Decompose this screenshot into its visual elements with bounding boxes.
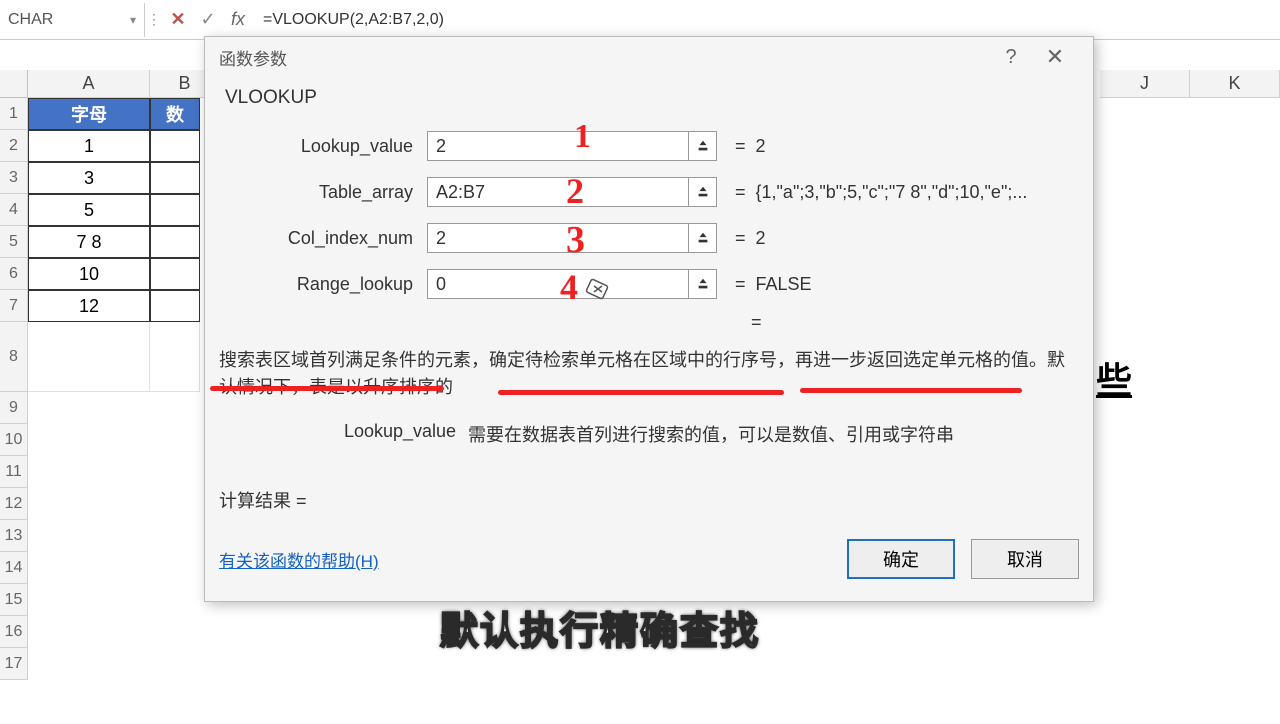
lookup-value-input[interactable]: 2 [427, 131, 689, 161]
param-help: Lookup_value 需要在数据表首列进行搜索的值，可以是数值、引用或字符串 [219, 421, 1079, 447]
cell[interactable] [150, 162, 200, 194]
cancel-button[interactable]: 取消 [971, 539, 1079, 579]
fx-icon[interactable]: fx [223, 3, 253, 37]
cell[interactable]: 12 [28, 290, 150, 322]
equals-label: = [717, 182, 756, 203]
dialog-titlebar[interactable]: 函数参数 ? ✕ [205, 37, 1093, 77]
row-header[interactable]: 14 [0, 552, 28, 584]
row-header[interactable]: 6 [0, 258, 28, 290]
function-help-link[interactable]: 有关该函数的帮助(H) [219, 547, 379, 572]
name-box[interactable]: CHAR ▾ [0, 3, 145, 37]
param-help-label: Lookup_value [344, 421, 456, 447]
header-cell[interactable]: 字母 [28, 98, 150, 130]
row-header[interactable]: 16 [0, 616, 28, 648]
close-icon[interactable]: ✕ [1031, 37, 1079, 77]
accept-formula-icon[interactable]: ✓ [193, 3, 223, 37]
row-header[interactable]: 1 [0, 98, 28, 130]
arg-row-range-lookup: Range_lookup 0 = FALSE [219, 261, 1079, 307]
function-arguments-dialog: 函数参数 ? ✕ VLOOKUP Lookup_value 2 = 2 Tabl… [204, 36, 1094, 602]
dialog-footer: 有关该函数的帮助(H) 确定 取消 [219, 533, 1079, 583]
cell[interactable] [150, 194, 200, 226]
arg-result: 2 [756, 136, 1079, 157]
row-header[interactable]: 3 [0, 162, 28, 194]
row-header[interactable]: 17 [0, 648, 28, 680]
separator-icon: ⋮ [145, 11, 163, 28]
col-index-input[interactable]: 2 [427, 223, 689, 253]
row-header[interactable]: 5 [0, 226, 28, 258]
arg-result: FALSE [756, 274, 1079, 295]
row-header[interactable]: 12 [0, 488, 28, 520]
arg-row-lookup-value: Lookup_value 2 = 2 [219, 123, 1079, 169]
chevron-down-icon[interactable]: ▾ [130, 13, 136, 27]
cell-grid: 字母 数 1 3 5 7 8 10 12 [28, 98, 200, 322]
arg-result: 2 [756, 228, 1079, 249]
name-box-value: CHAR [8, 11, 53, 29]
col-header[interactable]: J [1100, 70, 1190, 98]
header-cell[interactable]: 数 [150, 98, 200, 130]
ok-button[interactable]: 确定 [847, 539, 955, 579]
cell[interactable]: 3 [28, 162, 150, 194]
row-headers: 1 2 3 4 5 6 7 8 9 10 11 12 13 14 15 16 1… [0, 98, 28, 680]
param-help-text: 需要在数据表首列进行搜索的值，可以是数值、引用或字符串 [468, 421, 954, 447]
function-name: VLOOKUP [225, 87, 1079, 109]
cell[interactable] [150, 258, 200, 290]
formula-input[interactable]: =VLOOKUP(2,A2:B7,2,0) [253, 11, 444, 29]
table-array-input[interactable]: A2:B7 [427, 177, 689, 207]
row-header[interactable]: 8 [0, 322, 28, 392]
cell[interactable]: 5 [28, 194, 150, 226]
arg-row-table-array: Table_array A2:B7 = {1,"a";3,"b";5,"c";"… [219, 169, 1079, 215]
col-header[interactable]: A [28, 70, 150, 98]
row-header[interactable]: 9 [0, 392, 28, 424]
cell[interactable]: 7 8 [28, 226, 150, 258]
equals-label: = [717, 274, 756, 295]
row-header[interactable]: 13 [0, 520, 28, 552]
arg-label: Table_array [219, 182, 427, 203]
cell[interactable]: 10 [28, 258, 150, 290]
row-header[interactable]: 10 [0, 424, 28, 456]
cropped-text: 些 [1096, 352, 1132, 404]
dialog-title: 函数参数 [219, 45, 287, 70]
cell[interactable] [28, 322, 150, 392]
range-lookup-input[interactable]: 0 [427, 269, 689, 299]
arg-label: Col_index_num [219, 228, 427, 249]
help-icon[interactable]: ? [991, 37, 1031, 77]
range-picker-icon[interactable] [689, 131, 717, 161]
function-description: 搜索表区域首列满足条件的元素，确定待检索单元格在区域中的行序号，再进一步返回选定… [219, 347, 1079, 401]
calc-result-label: 计算结果 = [219, 487, 1079, 513]
equals-label: = [717, 136, 756, 157]
formula-bar: CHAR ▾ ⋮ ✕ ✓ fx =VLOOKUP(2,A2:B7,2,0) [0, 0, 1280, 40]
row-header[interactable]: 2 [0, 130, 28, 162]
cancel-formula-icon[interactable]: ✕ [163, 3, 193, 37]
range-picker-icon[interactable] [689, 177, 717, 207]
arg-label: Lookup_value [219, 136, 427, 157]
arg-result: {1,"a";3,"b";5,"c";"7 8","d";10,"e";... [756, 182, 1079, 203]
video-caption: 默认执行精确查找 [440, 600, 760, 655]
equals-label: = [717, 228, 756, 249]
range-picker-icon[interactable] [689, 269, 717, 299]
cell[interactable] [150, 226, 200, 258]
select-all-corner[interactable] [0, 70, 28, 98]
arg-label: Range_lookup [219, 274, 427, 295]
table-header-row: 字母 数 [28, 98, 200, 130]
row-header[interactable]: 7 [0, 290, 28, 322]
row-header[interactable]: 15 [0, 584, 28, 616]
cell[interactable] [150, 290, 200, 322]
row-header[interactable]: 11 [0, 456, 28, 488]
overall-result: = [219, 307, 1079, 337]
cell[interactable] [150, 322, 200, 392]
cell[interactable] [150, 130, 200, 162]
arg-row-col-index: Col_index_num 2 = 2 [219, 215, 1079, 261]
col-header[interactable]: K [1190, 70, 1280, 98]
cell[interactable]: 1 [28, 130, 150, 162]
row-header[interactable]: 4 [0, 194, 28, 226]
range-picker-icon[interactable] [689, 223, 717, 253]
